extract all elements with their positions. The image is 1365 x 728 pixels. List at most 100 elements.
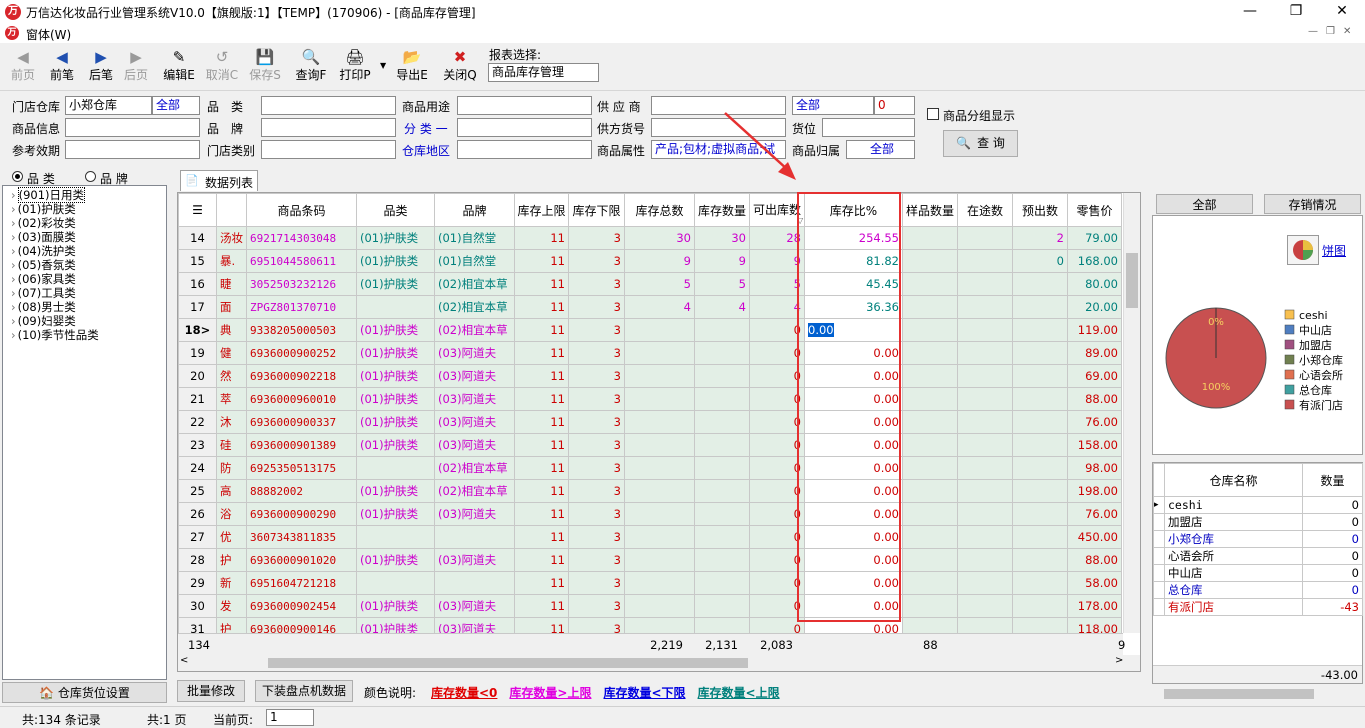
table-cell[interactable]: (03)阿道夫	[434, 387, 515, 411]
maximize-icon[interactable]: ❐	[1273, 0, 1319, 24]
table-cell[interactable]: 睫	[216, 272, 247, 296]
table-cell[interactable]	[957, 295, 1013, 319]
table-cell[interactable]: 3	[568, 571, 625, 595]
btn-all[interactable]: 全部	[1156, 194, 1253, 214]
warehouse-row-selector[interactable]: ▸	[1153, 496, 1165, 514]
table-cell[interactable]: 19	[178, 341, 217, 365]
warehouse-location-button[interactable]: 🏠 仓库货位设置	[2, 682, 167, 703]
warehouse-row[interactable]: 小郑仓库 0	[1153, 530, 1363, 548]
table-cell[interactable]: 6936000902454	[246, 594, 357, 618]
table-cell[interactable]: (01)护肤类	[356, 272, 435, 296]
table-cell[interactable]: 沐	[216, 410, 247, 434]
tree-node[interactable]: › (01)护肤类	[11, 202, 76, 216]
query-button[interactable]: 🔍 查 询	[943, 130, 1018, 157]
minimize-icon[interactable]: —	[1227, 0, 1273, 24]
table-cell[interactable]: (03)阿道夫	[434, 364, 515, 388]
table-cell[interactable]: 3	[568, 502, 625, 526]
brand-input[interactable]	[261, 118, 396, 137]
table-cell[interactable]	[694, 387, 750, 411]
tree-node[interactable]: › (02)彩妆类	[11, 216, 76, 230]
table-cell[interactable]: 168.00	[1067, 249, 1122, 273]
tree-expand-icon[interactable]: ›	[11, 188, 16, 202]
table-cell[interactable]: 2	[1012, 226, 1068, 250]
warehouse-row-selector[interactable]	[1153, 581, 1165, 599]
table-cell[interactable]	[902, 318, 958, 342]
usage-input[interactable]	[457, 96, 592, 115]
table-cell[interactable]: 76.00	[1067, 502, 1122, 526]
table-cell[interactable]	[902, 295, 958, 319]
table-cell[interactable]: 25	[178, 479, 217, 503]
table-cell[interactable]	[1012, 318, 1068, 342]
warehouse-cell[interactable]: 0	[1302, 581, 1363, 599]
report-select[interactable]: 商品库存管理	[488, 63, 599, 82]
toolbar-button-next[interactable]: ▶ 后笔	[81, 47, 121, 89]
table-cell[interactable]: 11	[514, 456, 569, 480]
table-cell[interactable]: 3	[568, 456, 625, 480]
table-cell[interactable]: 3607343811835	[246, 525, 357, 549]
table-cell[interactable]: 11	[514, 295, 569, 319]
tree-expand-icon[interactable]: ›	[11, 244, 16, 258]
table-row[interactable]: 21 萃 6936000960010 (01)护肤类 (03)阿道夫 11 3 0 0.00 88…	[178, 387, 1122, 411]
toolbar-button-close[interactable]: ✖ 关闭Q	[440, 47, 480, 89]
table-cell[interactable]: (01)护肤类	[356, 364, 435, 388]
table-cell[interactable]	[694, 548, 750, 572]
table-cell[interactable]: 暴.	[216, 249, 247, 273]
table-cell[interactable]: 79.00	[1067, 226, 1122, 250]
table-cell[interactable]	[694, 571, 750, 595]
btn-stock-sales[interactable]: 存销情况	[1264, 194, 1361, 214]
table-cell[interactable]: 98.00	[1067, 456, 1122, 480]
toolbar-button-save[interactable]: 💾 保存S	[245, 47, 285, 89]
table-row[interactable]: 22 沐 6936000900337 (01)护肤类 (03)阿道夫 11 3 0 0.00 76…	[178, 410, 1122, 434]
table-cell[interactable]: 69.00	[1067, 364, 1122, 388]
table-cell[interactable]: 6936000900252	[246, 341, 357, 365]
toolbar-button-print[interactable]: 🖨 打印P	[335, 47, 375, 89]
warehouse-col-header[interactable]: 数量	[1302, 463, 1363, 497]
table-cell[interactable]: 3052503232126	[246, 272, 357, 296]
table-cell[interactable]	[957, 571, 1013, 595]
table-cell[interactable]	[902, 479, 958, 503]
grid-col-header[interactable]: 库存总数	[624, 193, 695, 227]
table-cell[interactable]: (01)护肤类	[356, 548, 435, 572]
warehouse-row-selector[interactable]	[1153, 530, 1165, 548]
tree-expand-icon[interactable]: ›	[11, 202, 16, 216]
table-cell[interactable]	[694, 456, 750, 480]
status-current-page-input[interactable]: 1	[266, 709, 314, 726]
table-cell[interactable]	[1012, 525, 1068, 549]
table-cell[interactable]	[902, 226, 958, 250]
warehouse-cell[interactable]: 0	[1302, 496, 1363, 514]
table-cell[interactable]: 11	[514, 479, 569, 503]
table-row[interactable]: 17 面 ZPGZ801370710 (02)相宜本草 11 3 4 4 4 36.36 20.00	[178, 295, 1122, 319]
table-cell[interactable]: (01)护肤类	[356, 594, 435, 618]
warehouse-cell[interactable]: ceshi	[1164, 496, 1303, 514]
table-cell[interactable]: 11	[514, 318, 569, 342]
table-cell[interactable]: (02)相宜本草	[434, 295, 515, 319]
table-cell[interactable]: 发	[216, 594, 247, 618]
warehouse-row[interactable]: 有派门店 -43	[1153, 598, 1363, 616]
batch-edit-button[interactable]: 批量修改	[177, 680, 245, 702]
table-cell[interactable]: (02)相宜本草	[434, 318, 515, 342]
table-cell[interactable]: 新	[216, 571, 247, 595]
toolbar-button-edit[interactable]: ✎ 编辑E	[159, 47, 199, 89]
warehouse-row[interactable]: 心语会所 0	[1153, 547, 1363, 565]
warehouse-cell[interactable]: 中山店	[1164, 564, 1303, 582]
table-cell[interactable]: 20	[178, 364, 217, 388]
table-cell[interactable]: (02)相宜本草	[434, 479, 515, 503]
warehouse-col-header[interactable]: 仓库名称	[1164, 463, 1303, 497]
table-cell[interactable]	[624, 571, 695, 595]
store-all-link[interactable]: 全部	[152, 96, 200, 115]
table-cell[interactable]: 14	[178, 226, 217, 250]
table-cell[interactable]	[957, 548, 1013, 572]
table-cell[interactable]: ZPGZ801370710	[246, 295, 357, 319]
table-cell[interactable]	[356, 456, 435, 480]
table-cell[interactable]: 11	[514, 387, 569, 411]
warehouse-row[interactable]: 总仓库 0	[1153, 581, 1363, 599]
table-cell[interactable]: 26	[178, 502, 217, 526]
table-cell[interactable]	[902, 594, 958, 618]
table-cell[interactable]: 22	[178, 410, 217, 434]
warehouse-cell[interactable]: 0	[1302, 513, 1363, 531]
table-cell[interactable]	[1012, 548, 1068, 572]
table-row[interactable]: 16 睫 3052503232126 (01)护肤类 (02)相宜本草 11 3 5 5 5 45.…	[178, 272, 1122, 296]
table-cell[interactable]: 11	[514, 364, 569, 388]
warehouse-row-selector[interactable]	[1153, 598, 1165, 616]
warehouse-row-selector[interactable]	[1153, 564, 1165, 582]
